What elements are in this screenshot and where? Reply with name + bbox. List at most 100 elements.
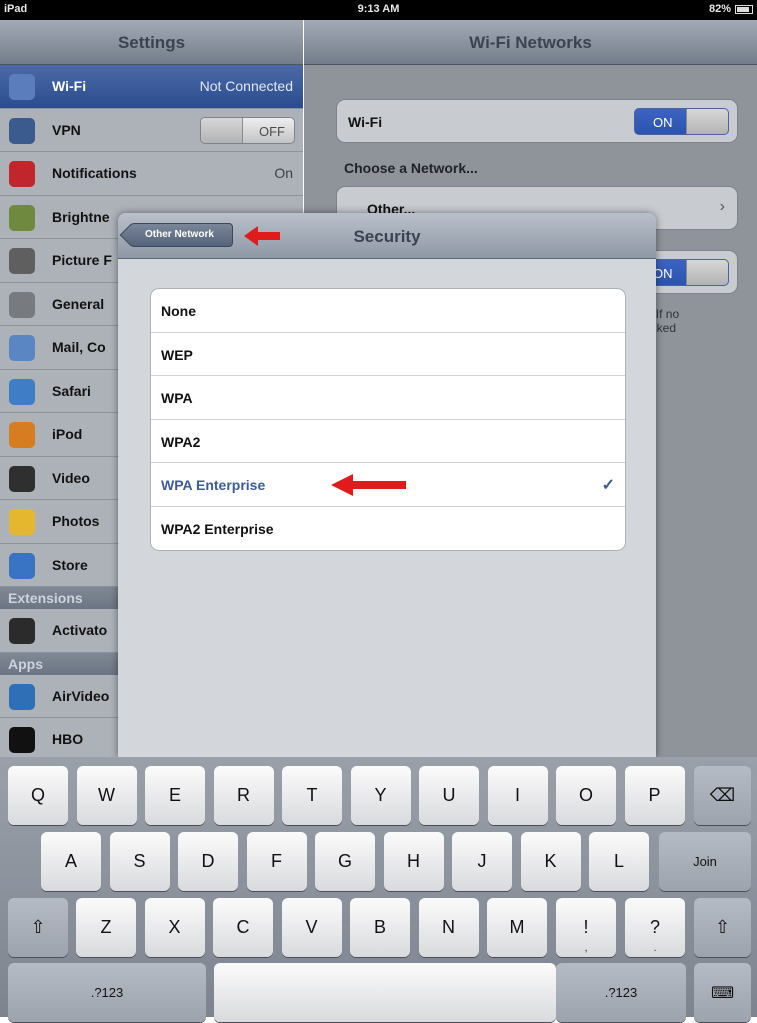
settings-row-label: Brightne xyxy=(52,208,110,225)
key-n[interactable]: N xyxy=(418,898,479,957)
settings-row-label: Safari xyxy=(52,382,91,399)
key-c[interactable]: C xyxy=(213,898,273,957)
shift-icon: ⇧ xyxy=(30,917,46,937)
settings-row-label: Mail, Co xyxy=(52,339,106,355)
key-x[interactable]: X xyxy=(144,898,205,957)
security-option-label: None xyxy=(161,303,196,319)
settings-row-label: HBO xyxy=(52,731,84,747)
key-s[interactable]: S xyxy=(109,832,170,891)
photos-icon xyxy=(9,509,35,535)
key-b[interactable]: B xyxy=(350,898,410,957)
security-option-label: WPA2 xyxy=(161,433,201,450)
security-option-wpa-enterprise[interactable]: WPA Enterprise ✓ xyxy=(151,463,625,507)
hbo-icon xyxy=(9,727,35,753)
space-bar[interactable] xyxy=(214,963,556,1022)
settings-row-label: Wi-Fi xyxy=(52,78,87,94)
numbers-key-right[interactable]: .?123 xyxy=(556,963,686,1022)
settings-row-vpn[interactable]: VPN OFF xyxy=(0,108,303,152)
security-title: Security xyxy=(353,227,421,246)
activator-icon xyxy=(9,618,35,644)
shift-key-left[interactable]: ⇧ xyxy=(8,898,68,957)
settings-row-label: Activato xyxy=(52,622,108,638)
key-z[interactable]: Z xyxy=(76,898,136,957)
key-h[interactable]: H xyxy=(383,832,444,891)
key-o[interactable]: O xyxy=(556,766,616,825)
chevron-right-icon: › xyxy=(719,198,725,215)
backspace-key[interactable]: ⌫ xyxy=(694,766,751,825)
key-exclamation[interactable]: !, xyxy=(556,898,616,957)
settings-row-label: Notifications xyxy=(52,165,137,181)
wifi-switch[interactable]: ON xyxy=(634,108,729,135)
security-option-label: WPA Enterprise xyxy=(161,477,266,493)
settings-title: Settings xyxy=(0,20,303,65)
key-q[interactable]: Q xyxy=(8,766,68,825)
hide-keyboard-icon: ⌨ xyxy=(710,985,735,1002)
security-option-label: WPA2 Enterprise xyxy=(161,520,274,537)
security-option-wpa[interactable]: WPA xyxy=(151,376,625,420)
key-l[interactable]: L xyxy=(589,832,649,891)
numbers-key-left[interactable]: .?123 xyxy=(8,963,206,1022)
settings-row-label: Store xyxy=(52,556,88,573)
status-bar: iPad 9:13 AM 82% xyxy=(0,0,757,20)
choose-network-label: Choose a Network... xyxy=(344,160,478,176)
settings-row-notifications[interactable]: Notifications On xyxy=(0,152,303,196)
security-navbar: Other Network Security xyxy=(118,213,656,259)
settings-row-label: General xyxy=(52,295,105,312)
key-a[interactable]: A xyxy=(41,832,101,891)
vpn-switch[interactable]: OFF xyxy=(200,116,295,144)
key-p[interactable]: P xyxy=(624,766,685,825)
battery-percent: 82% xyxy=(708,3,731,15)
key-question[interactable]: ?. xyxy=(625,898,685,957)
shift-key-right[interactable]: ⇧ xyxy=(694,898,751,957)
checkmark-icon: ✓ xyxy=(601,477,615,494)
security-option-none[interactable]: None xyxy=(151,289,625,333)
onscreen-keyboard: Q W E R T Y U I O P ⌫ A S D F G H J K L Join ⇧ Z X C V B N M!,?. ⇧ .?1… xyxy=(0,757,757,1022)
wifi-label: Wi-Fi xyxy=(348,114,383,130)
video-icon xyxy=(9,465,35,492)
airvideo-icon xyxy=(9,683,35,710)
key-w[interactable]: W xyxy=(76,766,137,825)
security-options-list: None WEP WPA WPA2 WPA Enterprise ✓ WPA2 Enterp… xyxy=(150,288,626,551)
settings-row-label: AirVideo xyxy=(52,687,110,704)
security-option-label: WPA xyxy=(161,390,193,406)
security-option-wep[interactable]: WEP xyxy=(151,333,625,376)
key-y[interactable]: Y xyxy=(350,766,411,825)
shift-icon: ⇧ xyxy=(714,917,731,937)
key-e[interactable]: E xyxy=(145,766,205,825)
settings-row-label: Picture F xyxy=(52,252,112,268)
key-d[interactable]: D xyxy=(178,832,238,891)
vpn-icon xyxy=(9,117,35,144)
security-option-wpa2-enterprise[interactable]: WPA2 Enterprise xyxy=(151,507,625,551)
key-t[interactable]: T xyxy=(282,766,342,825)
battery-icon xyxy=(735,5,753,14)
settings-row-value: On xyxy=(274,165,293,181)
store-icon xyxy=(9,552,35,579)
key-v[interactable]: V xyxy=(281,898,342,957)
settings-row-wi-fi[interactable]: Wi-Fi Not Connected xyxy=(0,65,303,109)
key-f[interactable]: F xyxy=(246,832,307,891)
security-option-label: WEP xyxy=(161,346,193,363)
key-j[interactable]: J xyxy=(452,832,512,891)
brightness-icon xyxy=(9,204,35,231)
hide-keyboard-key[interactable]: ⌨ xyxy=(694,963,751,1022)
settings-row-label: VPN xyxy=(52,121,81,138)
key-k[interactable]: K xyxy=(520,832,581,891)
settings-row-label: iPod xyxy=(52,426,83,442)
wifi-icon xyxy=(9,74,35,100)
key-m[interactable]: M xyxy=(487,898,547,957)
key-g[interactable]: G xyxy=(315,832,375,891)
picture-frame-icon xyxy=(9,248,35,274)
notifications-icon xyxy=(9,161,35,187)
mail-icon xyxy=(9,335,35,361)
safari-icon xyxy=(9,378,35,405)
security-option-wpa2[interactable]: WPA2 xyxy=(151,420,625,463)
security-popover: Other Network Security None WEP WPA WPA2 WPA… xyxy=(118,213,656,758)
key-r[interactable]: R xyxy=(213,766,274,825)
join-key[interactable]: Join xyxy=(659,832,751,891)
key-u[interactable]: U xyxy=(419,766,479,825)
key-i[interactable]: I xyxy=(487,766,548,825)
wifi-networks-title: Wi-Fi Networks xyxy=(304,20,757,65)
clock: 9:13 AM xyxy=(357,3,400,15)
annotation-arrow-icon xyxy=(331,474,406,496)
wifi-toggle-row: Wi-Fi ON xyxy=(336,99,738,143)
